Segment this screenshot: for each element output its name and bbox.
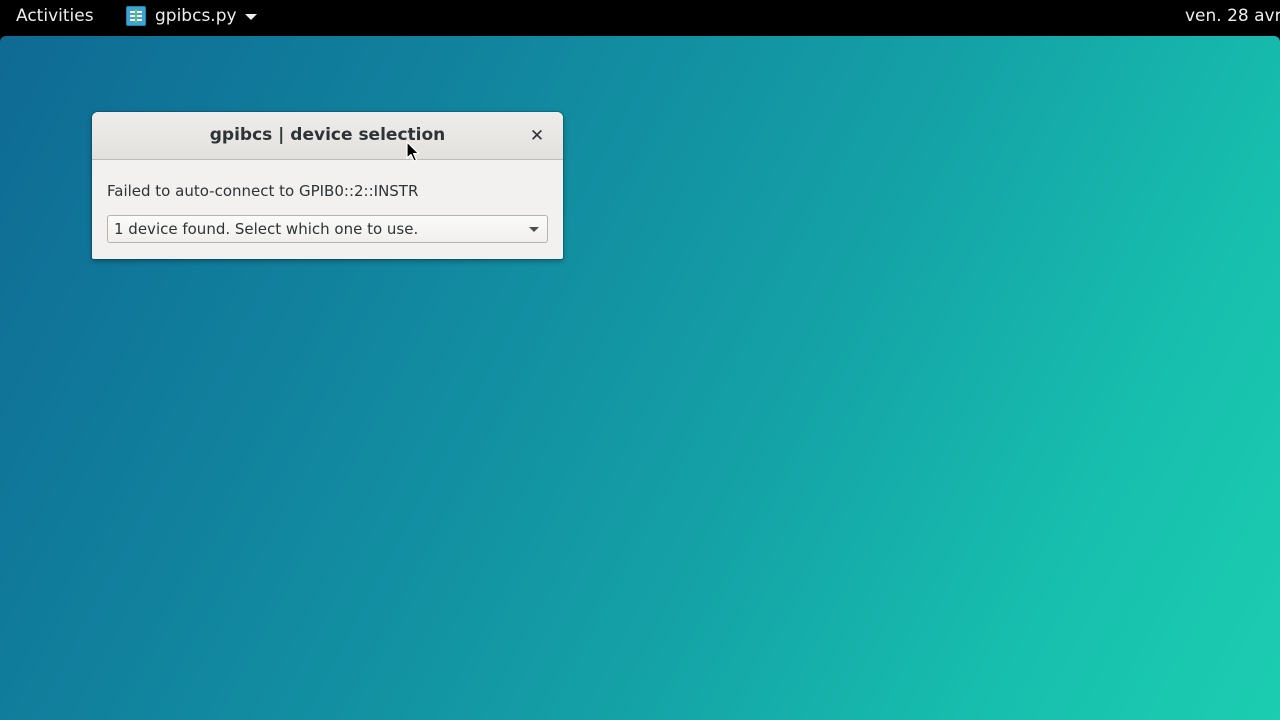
dialog-title: gpibcs | device selection	[209, 125, 446, 145]
spreadsheet-app-icon	[126, 6, 146, 26]
caret-down-icon	[244, 14, 257, 20]
device-selection-dialog: gpibcs | device selection ✕ Failed to au…	[92, 112, 563, 259]
device-select-value: 1 device found. Select which one to use.	[114, 220, 419, 238]
dialog-titlebar[interactable]: gpibcs | device selection ✕	[92, 112, 563, 160]
activities-button[interactable]: Activities	[16, 6, 94, 26]
close-button[interactable]: ✕	[524, 124, 550, 148]
mouse-pointer-icon	[406, 141, 420, 162]
close-icon: ✕	[529, 126, 545, 146]
device-select-dropdown[interactable]: 1 device found. Select which one to use.	[107, 215, 548, 243]
app-menu-label: gpibcs.py	[155, 6, 237, 26]
clock[interactable]: ven. 28 avr	[1185, 6, 1280, 26]
app-menu[interactable]: gpibcs.py	[126, 6, 257, 26]
dropdown-arrow-icon	[529, 227, 539, 232]
top-bar: Activities gpibcs.py ven. 28 avr	[0, 0, 1280, 36]
error-message: Failed to auto-connect to GPIB0::2::INST…	[107, 182, 419, 200]
